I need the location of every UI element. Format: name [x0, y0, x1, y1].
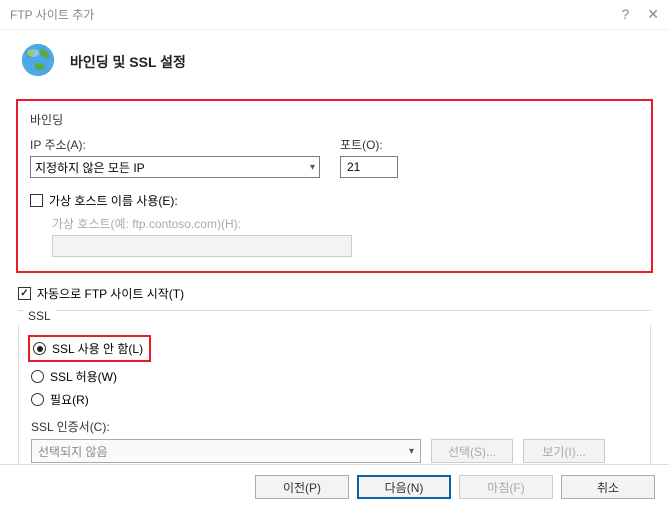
ssl-cert-value: 선택되지 않음 — [38, 443, 108, 460]
chevron-down-icon: ▾ — [310, 162, 315, 173]
ip-address-value: 지정하지 않은 모든 IP — [35, 159, 145, 176]
cancel-button[interactable]: 취소 — [561, 475, 655, 499]
port-label: 포트(O): — [340, 136, 398, 153]
auto-start-label: 자동으로 FTP 사이트 시작(T) — [37, 285, 184, 302]
virtual-host-label: 가상 호스트(예: ftp.contoso.com)(H): — [52, 215, 639, 232]
chevron-down-icon: ▾ — [409, 446, 414, 457]
ip-address-select[interactable]: 지정하지 않은 모든 IP ▾ — [30, 156, 320, 178]
window-titlebar: FTP 사이트 추가 ? ✕ — [0, 0, 669, 30]
ssl-none-label: SSL 사용 안 함(L) — [52, 340, 143, 357]
ssl-allow-label: SSL 허용(W) — [50, 368, 117, 385]
select-cert-button: 선택(S)... — [431, 439, 513, 463]
ssl-require-radio[interactable] — [31, 393, 44, 406]
wizard-button-row: 이전(P) 다음(N) 마침(F) 취소 — [0, 464, 669, 509]
ip-address-label: IP 주소(A): — [30, 136, 320, 153]
page-title: 바인딩 및 SSL 설정 — [70, 52, 186, 72]
ssl-group-label: SSL — [24, 309, 55, 323]
port-input[interactable] — [340, 156, 398, 178]
finish-button: 마침(F) — [459, 475, 553, 499]
auto-start-checkbox[interactable] — [18, 287, 31, 300]
globe-icon — [20, 42, 56, 81]
virtual-host-checkbox[interactable] — [30, 194, 43, 207]
next-button[interactable]: 다음(N) — [357, 475, 451, 499]
ssl-none-radio[interactable] — [33, 342, 46, 355]
ssl-group: SSL 사용 안 함(L) SSL 허용(W) 필요(R) SSL 인증서(C)… — [18, 325, 651, 476]
ssl-cert-label: SSL 인증서(C): — [31, 418, 638, 435]
binding-group: 바인딩 IP 주소(A): 지정하지 않은 모든 IP ▾ 포트(O): 가상 … — [16, 99, 653, 273]
dialog-header: 바인딩 및 SSL 설정 — [0, 30, 669, 99]
view-cert-button: 보기(I)... — [523, 439, 605, 463]
virtual-host-input — [52, 235, 352, 257]
window-title: FTP 사이트 추가 — [10, 6, 621, 23]
help-icon[interactable]: ? — [621, 6, 629, 23]
ssl-cert-select[interactable]: 선택되지 않음 ▾ — [31, 439, 421, 463]
binding-group-label: 바인딩 — [30, 111, 639, 128]
prev-button[interactable]: 이전(P) — [255, 475, 349, 499]
ssl-none-highlight: SSL 사용 안 함(L) — [28, 335, 151, 362]
ssl-require-label: 필요(R) — [50, 391, 89, 408]
virtual-host-checkbox-label: 가상 호스트 이름 사용(E): — [49, 192, 178, 209]
ssl-allow-radio[interactable] — [31, 370, 44, 383]
close-icon[interactable]: ✕ — [647, 6, 659, 23]
